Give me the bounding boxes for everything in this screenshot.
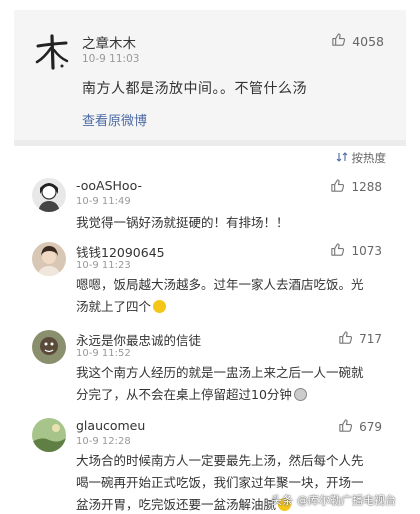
comment-timestamp: 10-9 11:49 — [76, 196, 131, 207]
comment-username[interactable]: -ooASHoo- — [76, 178, 142, 193]
calligraphy-avatar[interactable] — [32, 32, 72, 72]
comment-timestamp: 10-9 11:23 — [76, 260, 131, 271]
comment-text: 我这个南方人经历的就是一盅汤上来之后一人一碗就 分完了，从不会在桌上停留超过10… — [76, 362, 394, 406]
comment-text-line: 我这个南方人经历的就是一盅汤上来之后一人一碗就 — [76, 365, 364, 380]
comment-like-count: 679 — [359, 420, 382, 434]
comment-text-line: 汤就上了四个 — [76, 296, 394, 318]
comment-like-button[interactable]: 1073 — [330, 242, 382, 260]
comment-like-button[interactable]: 679 — [338, 418, 382, 436]
comment-username[interactable]: glaucomeu — [76, 418, 145, 433]
comment-text-line-content: 分完了，从不会在桌上停留超过10分钟 — [76, 387, 292, 402]
laughing-emoji-icon — [153, 300, 167, 313]
user-avatar[interactable] — [32, 178, 66, 212]
comment-text: 嗯嗯，饭局越大汤越多。过年一家人去酒店吃饭。光 汤就上了四个 — [76, 274, 394, 318]
comment-username[interactable]: 永远是你最忠诚的信徒 — [76, 330, 201, 349]
thumbs-up-icon — [330, 242, 345, 260]
sort-by-hot-button[interactable]: 按热度 — [336, 150, 387, 166]
comment-like-count: 1288 — [351, 180, 382, 194]
original-post-text: 南方人都是汤放中间。。不管什么汤 — [82, 81, 307, 97]
user-avatar[interactable] — [32, 330, 66, 364]
source-watermark: 头条 @库尔勒广播电视台 — [271, 492, 396, 508]
thumbs-up-icon — [331, 32, 346, 50]
original-username[interactable]: 之章木木 — [82, 32, 136, 52]
user-avatar[interactable] — [32, 418, 66, 452]
comment-like-count: 717 — [359, 332, 382, 346]
comment-list: 按热度 -ooASHoo- 10-9 11:49 我觉得一锅好汤就挺硬的！有排场… — [14, 146, 406, 514]
thumbs-up-icon — [338, 418, 353, 436]
comment-text-line: 分完了，从不会在桌上停留超过10分钟 — [76, 384, 394, 406]
watermark-prefix: 头条 — [271, 494, 293, 507]
original-like-count: 4058 — [352, 33, 384, 49]
sort-icon — [336, 151, 348, 166]
comment-text-line-content: 汤就上了四个 — [76, 299, 152, 314]
comment-like-button[interactable]: 717 — [338, 330, 382, 348]
view-original-weibo-link[interactable]: 查看原微博 — [82, 110, 147, 129]
user-avatar[interactable] — [32, 242, 66, 276]
shock-emoji-icon — [293, 388, 307, 401]
thumbs-up-icon — [330, 178, 345, 196]
comment-text-line: 大场合的时候南方人一定要最先上汤，然后每个人先 — [76, 453, 364, 468]
original-timestamp: 10-9 11:03 — [82, 53, 140, 65]
comment-timestamp: 10-9 12:28 — [76, 436, 131, 447]
comment-timestamp: 10-9 11:52 — [76, 348, 131, 359]
weibo-comment-screenshot: 之章木木 10-9 11:03 南方人都是汤放中间。。不管什么汤 查看原微博 4… — [14, 10, 406, 514]
sort-label: 按热度 — [351, 151, 387, 165]
watermark-text: @库尔勒广播电视台 — [297, 494, 396, 507]
original-like-button[interactable]: 4058 — [331, 32, 384, 50]
thumbs-up-icon — [338, 330, 353, 348]
comment-text-line: 喝一碗再开始正式吃饭，我们家过年聚一块，开场一 — [76, 475, 364, 490]
comment-text: 我觉得一锅好汤就挺硬的！有排场！！ — [76, 215, 289, 230]
comment-like-count: 1073 — [351, 244, 382, 258]
comment-text-line-content: 盆汤开胃，吃完饭还要一盆汤解油腻 — [76, 497, 277, 512]
comment-like-button[interactable]: 1288 — [330, 178, 382, 196]
comment-text-line: 嗯嗯，饭局越大汤越多。过年一家人去酒店吃饭。光 — [76, 277, 364, 292]
original-post: 之章木木 10-9 11:03 南方人都是汤放中间。。不管什么汤 查看原微博 4… — [14, 10, 406, 140]
comment-username[interactable]: 钱钱12090645 — [76, 242, 165, 261]
